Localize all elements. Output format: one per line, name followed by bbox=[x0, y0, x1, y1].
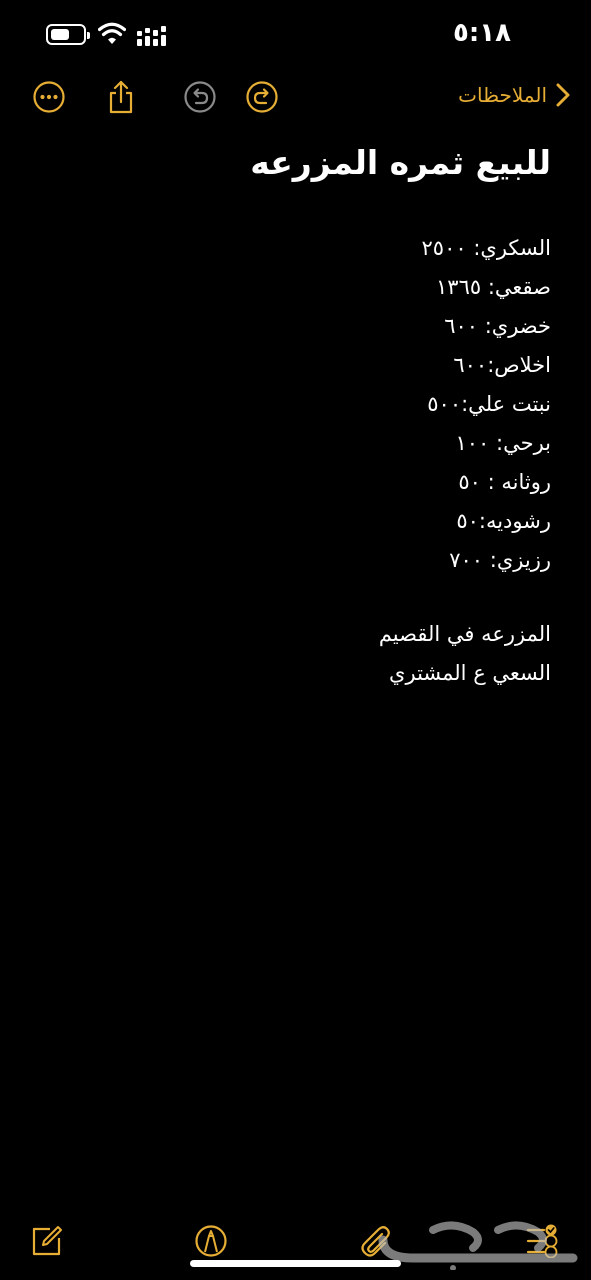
markup-icon[interactable] bbox=[194, 1224, 228, 1258]
redo-icon[interactable] bbox=[245, 80, 279, 114]
note-line: روثانه : ٥٠ bbox=[458, 470, 551, 494]
share-icon[interactable] bbox=[104, 80, 138, 114]
haraj-watermark-logo bbox=[378, 1221, 578, 1270]
note-line: رشوديه:٥٠ bbox=[456, 509, 551, 533]
status-bar: ٥:١٨ bbox=[0, 0, 591, 70]
note-line: السكري: ٢٥٠٠ bbox=[421, 236, 551, 260]
note-line: المزرعه في القصيم bbox=[378, 622, 551, 646]
note-title: للبيع ثمره المزرعه bbox=[250, 143, 551, 182]
note-line: اخلاص:٦٠٠ bbox=[453, 353, 551, 377]
home-indicator[interactable] bbox=[190, 1260, 401, 1267]
note-line: رزيزي: ٧٠٠ bbox=[449, 548, 551, 572]
battery-icon bbox=[46, 24, 90, 45]
chevron-right-icon bbox=[556, 83, 570, 107]
battery-level bbox=[51, 29, 70, 40]
status-time: ٥:١٨ bbox=[452, 18, 511, 48]
back-label: الملاحظات bbox=[458, 83, 547, 107]
note-line: صقعي: ١٣٦٥ bbox=[436, 275, 551, 299]
more-icon[interactable] bbox=[32, 80, 66, 114]
note-blank-line bbox=[40, 580, 551, 615]
compose-icon[interactable] bbox=[30, 1224, 64, 1258]
back-to-notes-button[interactable]: الملاحظات bbox=[458, 82, 573, 108]
undo-icon[interactable] bbox=[183, 80, 217, 114]
note-toolbar: الملاحظات bbox=[0, 72, 591, 122]
note-line: السعي ع المشتري bbox=[389, 661, 551, 685]
note-line: نبتت علي:٥٠٠ bbox=[427, 392, 551, 416]
note-body[interactable]: للبيع ثمره المزرعه السكري: ٢٥٠٠ صقعي: ١٣… bbox=[40, 135, 551, 693]
note-line: برحي: ١٠٠ bbox=[455, 431, 551, 455]
note-line: خضري: ٦٠٠ bbox=[444, 314, 551, 338]
cellular-signal-icon bbox=[137, 26, 166, 46]
wifi-icon bbox=[98, 22, 126, 44]
bottom-toolbar bbox=[0, 1160, 591, 1280]
